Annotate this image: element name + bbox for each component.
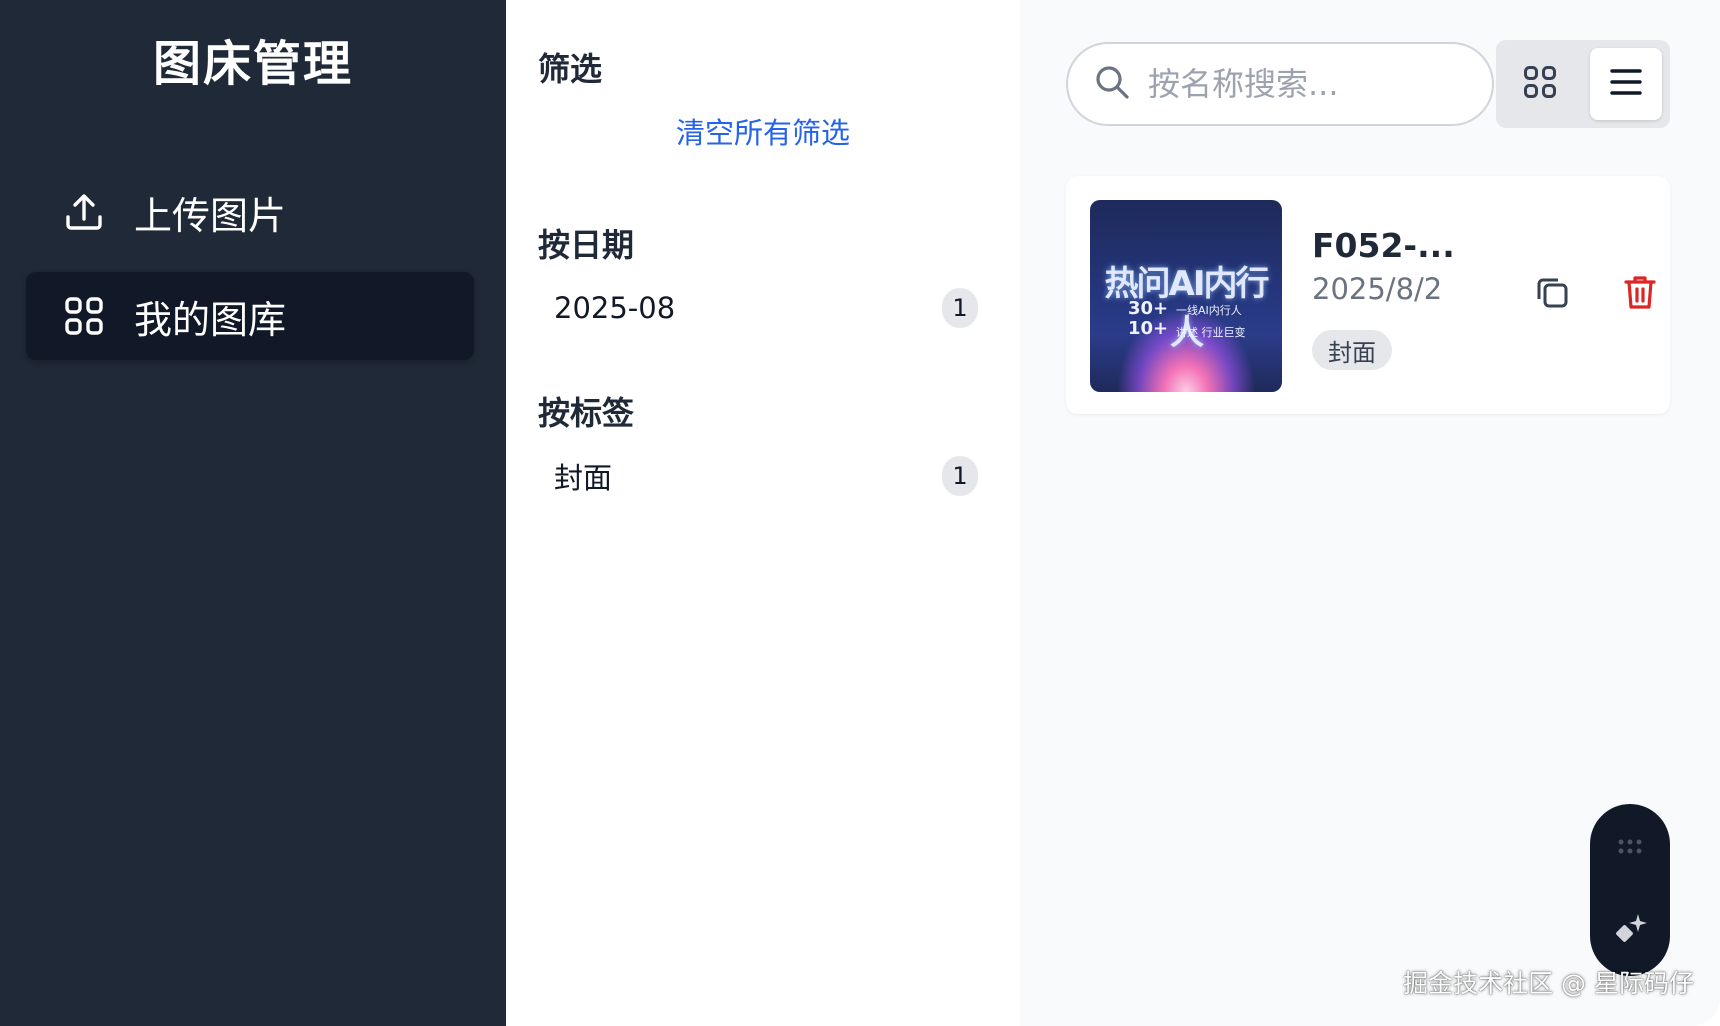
image-tag[interactable]: 封面 (1312, 330, 1392, 370)
thumbnail-number: 10+ (1128, 318, 1169, 339)
list-view-icon (1609, 67, 1643, 101)
clear-filters-link[interactable]: 清空所有筛选 (506, 110, 1020, 152)
copy-icon (1535, 275, 1569, 313)
thumbnail-number: 30+ (1128, 298, 1169, 319)
delete-icon (1623, 274, 1657, 314)
image-date: 2025/8/2 (1312, 272, 1443, 306)
main-content: 热问AI内行人 30+ 一线AI内行人 10+ 讲述 行业巨变 F052-...… (1020, 0, 1720, 1026)
filter-heading: 筛选 (538, 50, 603, 88)
search-box[interactable] (1066, 42, 1494, 126)
list-view-button[interactable] (1590, 48, 1662, 120)
thumbnail-caption: 一线AI内行人 (1176, 304, 1242, 317)
app-title: 图床管理 (152, 36, 353, 92)
date-filter-item[interactable]: 2025-08 1 (554, 288, 978, 328)
grid-icon (62, 294, 106, 338)
date-filter-label: 2025-08 (554, 291, 676, 325)
copy-button[interactable] (1528, 270, 1576, 318)
sidebar-item-label: 上传图片 (134, 193, 287, 238)
image-thumbnail[interactable]: 热问AI内行人 30+ 一线AI内行人 10+ 讲述 行业巨变 (1090, 200, 1282, 392)
count-badge: 1 (942, 288, 978, 328)
image-card[interactable]: 热问AI内行人 30+ 一线AI内行人 10+ 讲述 行业巨变 F052-...… (1066, 176, 1670, 414)
sparkle-icon[interactable] (1612, 912, 1648, 952)
grid-view-button[interactable] (1504, 48, 1576, 120)
search-input[interactable] (1148, 65, 1468, 103)
view-toggle (1496, 40, 1670, 128)
tag-filter-label: 封面 (554, 461, 613, 495)
image-name: F052-... (1312, 226, 1455, 265)
upload-icon (62, 190, 106, 234)
filter-panel: 筛选 清空所有筛选 按日期 2025-08 1 按标签 封面 1 (506, 0, 1020, 1026)
tag-filter-heading: 按标签 (538, 394, 635, 432)
search-icon (1094, 64, 1130, 104)
delete-button[interactable] (1616, 270, 1664, 318)
floating-toolbar[interactable] (1590, 804, 1670, 976)
thumbnail-caption: 讲述 行业巨变 (1176, 326, 1246, 339)
sidebar: 图床管理 上传图片 我的图库 (0, 0, 506, 1026)
sidebar-item-upload[interactable]: 上传图片 (26, 168, 474, 256)
sidebar-item-gallery[interactable]: 我的图库 (26, 272, 474, 360)
sidebar-item-label: 我的图库 (134, 297, 287, 342)
grid-view-icon (1523, 65, 1557, 103)
date-filter-heading: 按日期 (538, 226, 635, 264)
tag-filter-item[interactable]: 封面 1 (554, 456, 978, 496)
count-badge: 1 (942, 456, 978, 496)
watermark: 掘金技术社区 @ 星际码仔 (1403, 969, 1694, 998)
app-window: 图床管理 上传图片 我的图库 筛选 清空所有筛选 按日期 2025-08 1 按… (0, 0, 1720, 1026)
drag-handle-icon[interactable] (1617, 838, 1643, 860)
